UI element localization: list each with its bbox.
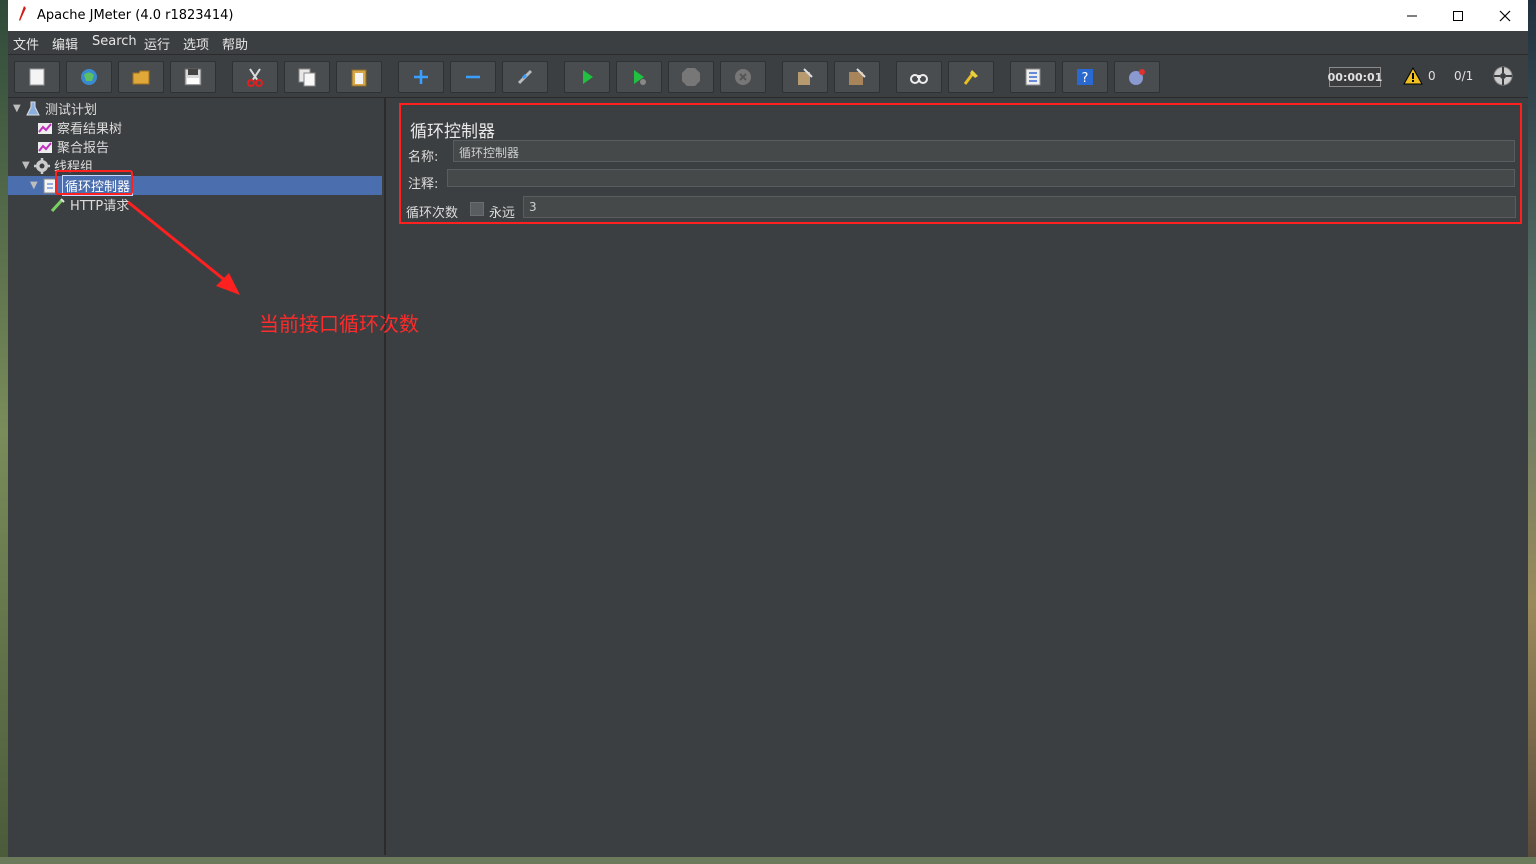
annotation-text: 当前接口循环次数	[259, 312, 419, 336]
tree-pane: ▼ 测试计划 察看结果树 聚合报告 ▼ 线程组 ▼ 循环控制器 HTTP请求	[8, 98, 385, 855]
reset-search-icon	[963, 70, 978, 85]
clear-all-button[interactable]	[834, 61, 880, 93]
templates-button[interactable]	[66, 61, 112, 93]
start-icon	[583, 70, 593, 84]
clear-icon	[798, 68, 813, 85]
toggle-button[interactable]	[502, 61, 548, 93]
new-button[interactable]	[14, 61, 60, 93]
expand-button[interactable]	[398, 61, 444, 93]
shutdown-icon	[735, 69, 751, 85]
forever-label: 永远	[489, 206, 516, 221]
config-pane: 循环控制器 名称: 循环控制器 注释: 循环次数 永远 3	[395, 98, 1528, 855]
start-no-pause-button[interactable]	[616, 61, 662, 93]
start-button[interactable]	[564, 61, 610, 93]
cut-button[interactable]	[232, 61, 278, 93]
save-button[interactable]	[170, 61, 216, 93]
forever-checkbox[interactable]	[470, 202, 484, 216]
loop-count-field[interactable]: 3	[523, 196, 1516, 218]
annotation-arrow	[127, 200, 240, 295]
panel-title: 循环控制器	[410, 122, 495, 142]
svg-text:?: ?	[1082, 71, 1089, 86]
minimize-button[interactable]	[1389, 0, 1435, 31]
function-helper-icon	[1025, 68, 1041, 86]
clear-button[interactable]	[782, 61, 828, 93]
help-icon: ?	[1077, 69, 1093, 86]
copy-button[interactable]	[284, 61, 330, 93]
search-button[interactable]	[896, 61, 942, 93]
paste-button[interactable]	[336, 61, 382, 93]
save-icon	[184, 68, 202, 86]
desktop-background-left	[0, 0, 8, 864]
shutdown-button[interactable]	[720, 61, 766, 93]
menu-run[interactable]: 运行	[144, 34, 170, 53]
menu-options[interactable]: 选项	[183, 34, 209, 53]
close-icon	[1499, 10, 1511, 21]
warning-count: 0	[1428, 69, 1436, 83]
start-no-pause-icon	[634, 70, 646, 85]
stop-icon	[682, 68, 700, 86]
maximize-button[interactable]	[1435, 0, 1481, 31]
jmeter-feather-icon	[19, 6, 26, 21]
toolbar: ? 00:00:01 0 0/1	[8, 55, 1528, 98]
remote-status-icon	[1493, 66, 1513, 86]
maximize-icon	[1453, 10, 1463, 21]
active-threads: 0/1	[1454, 69, 1474, 83]
name-label: 名称:	[408, 150, 439, 165]
paste-icon	[351, 69, 367, 87]
loop-controller-panel: 循环控制器 名称: 循环控制器 注释: 循环次数 永远 3	[399, 103, 1522, 224]
expand-icon	[414, 70, 428, 84]
open-icon	[132, 70, 150, 85]
window-title: Apache JMeter (4.0 r1823414)	[37, 8, 234, 23]
close-button[interactable]	[1482, 0, 1528, 31]
stop-button[interactable]	[668, 61, 714, 93]
menu-edit[interactable]: 编辑	[52, 34, 78, 53]
loop-count-label: 循环次数	[406, 206, 459, 221]
warning-icon[interactable]	[1403, 67, 1423, 85]
menu-search[interactable]: Search	[92, 34, 137, 49]
open-button[interactable]	[118, 61, 164, 93]
name-field[interactable]: 循环控制器	[453, 140, 1515, 162]
templates-icon	[81, 69, 97, 85]
comment-label: 注释:	[408, 177, 439, 192]
help-button[interactable]: ?	[1062, 61, 1108, 93]
title-bar: Apache JMeter (4.0 r1823414)	[8, 0, 1528, 31]
remote-icon	[1129, 69, 1145, 85]
elapsed-timer: 00:00:01	[1328, 67, 1382, 87]
clear-all-icon	[849, 68, 866, 85]
menu-bar: 文件 编辑 Search 运行 选项 帮助	[8, 31, 1528, 55]
desktop-taskbar-edge	[0, 857, 1536, 864]
cut-icon	[247, 68, 263, 87]
menu-file[interactable]: 文件	[13, 34, 39, 53]
toggle-icon	[517, 69, 533, 85]
reset-search-button[interactable]	[948, 61, 994, 93]
collapse-button[interactable]	[450, 61, 496, 93]
comment-field[interactable]	[447, 169, 1515, 187]
function-helper-button[interactable]	[1010, 61, 1056, 93]
remote-button[interactable]	[1114, 61, 1160, 93]
menu-help[interactable]: 帮助	[222, 34, 248, 53]
collapse-icon	[466, 75, 480, 79]
copy-icon	[298, 68, 316, 87]
desktop-background-right	[1528, 0, 1536, 864]
search-icon	[910, 74, 928, 84]
jmeter-window: Apache JMeter (4.0 r1823414) 文件 编辑 Searc…	[8, 0, 1528, 857]
new-icon	[29, 68, 45, 86]
minimize-icon	[1407, 15, 1417, 16]
